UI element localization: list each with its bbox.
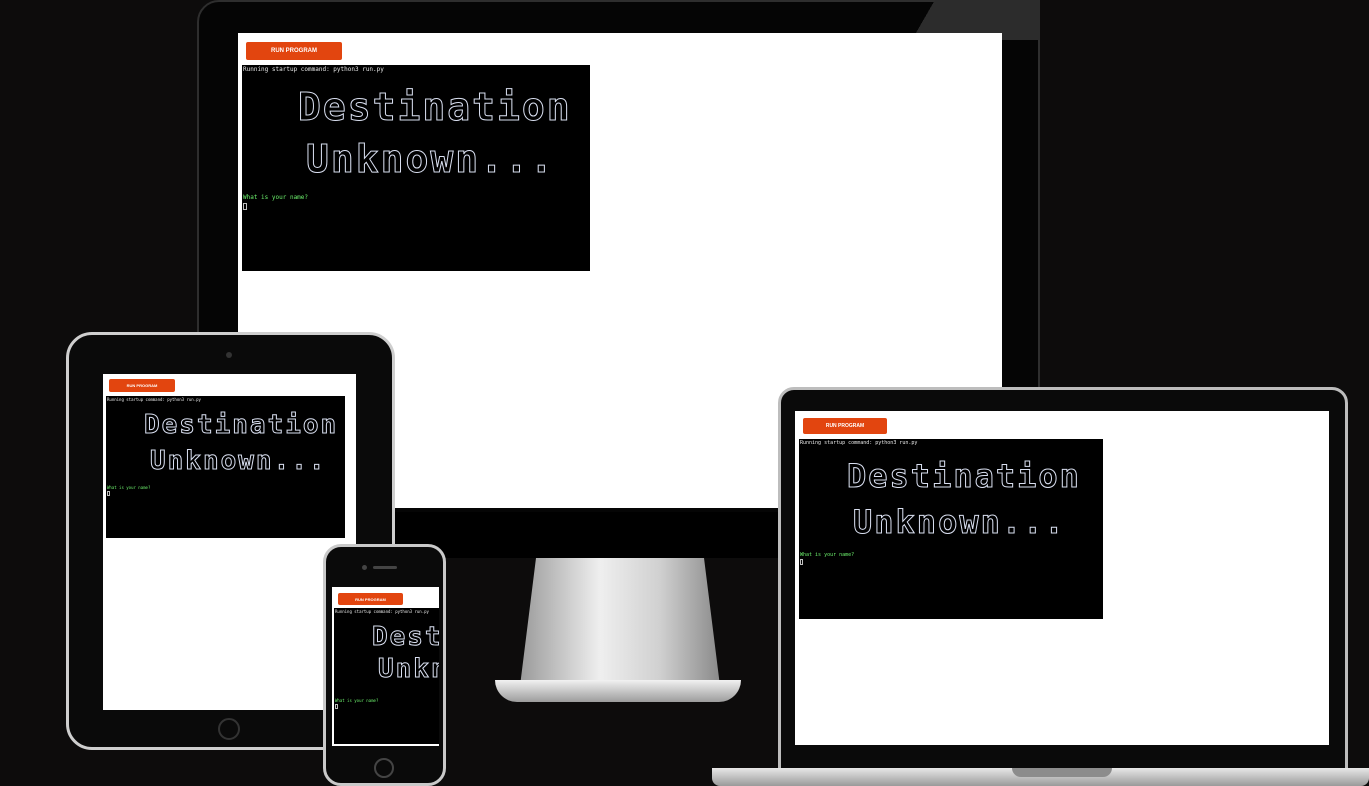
ascii-title-line1: Destination (847, 457, 1081, 496)
ascii-title-line1: Destination (143, 410, 339, 441)
laptop-screen: RUN PROGRAM Running startup command: pyt… (795, 411, 1329, 745)
tablet-screen: RUN PROGRAM Running startup command: pyt… (103, 374, 356, 710)
terminal-cursor (800, 559, 803, 565)
name-prompt: What is your name? (335, 698, 379, 703)
ascii-title-line2: Unknown... (853, 503, 1066, 542)
monitor-stand-foot (495, 680, 741, 702)
run-program-button[interactable]: RUN PROGRAM (109, 379, 175, 392)
terminal[interactable]: Running startup command: python3 run.py … (799, 439, 1103, 619)
name-prompt: What is your name? (243, 194, 309, 201)
name-prompt: What is your name? (107, 485, 151, 490)
phone-camera (362, 565, 367, 570)
run-program-button[interactable]: RUN PROGRAM (338, 593, 403, 605)
ascii-title-line1: Destination (298, 85, 572, 130)
startup-command-text: Running startup command: python3 run.py (243, 66, 384, 73)
terminal-cursor (243, 203, 247, 210)
ascii-title-line2: Unknown... (378, 654, 439, 685)
startup-command-text: Running startup command: python3 run.py (107, 397, 201, 402)
terminal[interactable]: Running startup command: python3 run.py … (106, 396, 345, 538)
run-program-button[interactable]: RUN PROGRAM (246, 42, 342, 60)
phone-screen: RUN PROGRAM Running startup command: pyt… (332, 587, 439, 746)
ascii-title-line1: Destination (371, 622, 439, 653)
terminal[interactable]: Running startup command: python3 run.py … (242, 65, 590, 271)
ascii-title-line2: Unknown... (150, 446, 327, 477)
terminal[interactable]: Running startup command: python3 run.py … (334, 608, 439, 744)
terminal-cursor (107, 491, 110, 496)
run-program-button[interactable]: RUN PROGRAM (803, 418, 887, 434)
phone-speaker (373, 566, 397, 569)
laptop-notch (1012, 768, 1112, 777)
startup-command-text: Running startup command: python3 run.py (800, 440, 918, 446)
startup-command-text: Running startup command: python3 run.py (335, 609, 429, 614)
terminal-cursor (335, 704, 338, 709)
tablet-home-button (218, 718, 240, 740)
phone-home-button (374, 758, 394, 778)
tablet-camera (226, 352, 232, 358)
ascii-title-line2: Unknown... (306, 137, 555, 182)
name-prompt: What is your name? (800, 552, 855, 558)
monitor-stand-neck (520, 558, 720, 686)
